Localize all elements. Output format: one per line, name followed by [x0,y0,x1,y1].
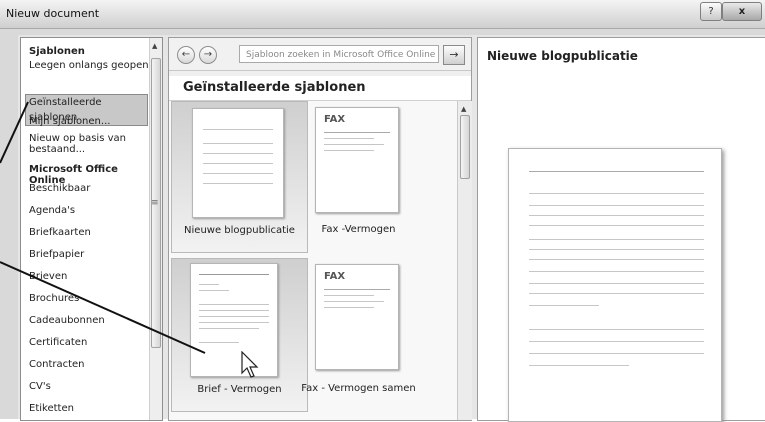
callout-lines [0,101,206,354]
new-document-dialog: Nieuw document ? x Sjablonen Leegen onlan… [0,0,765,422]
